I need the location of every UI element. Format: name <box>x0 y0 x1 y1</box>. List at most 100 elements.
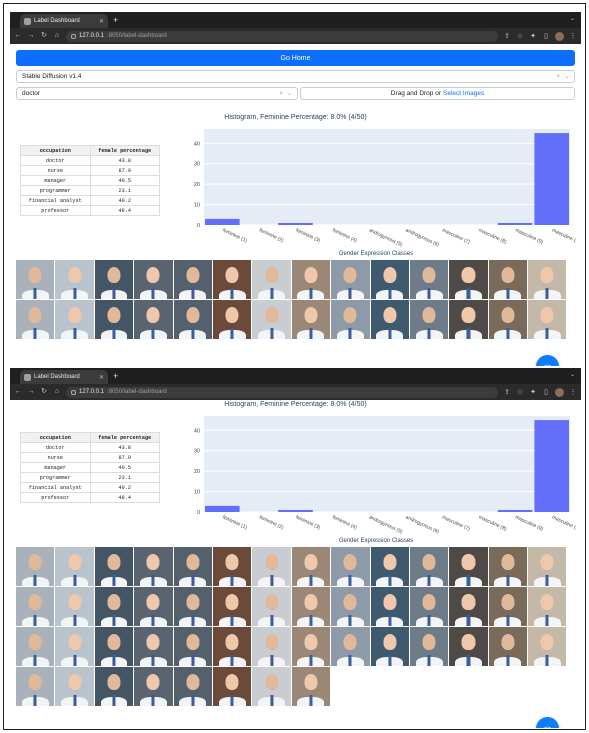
sidepanel-icon[interactable]: ▯ <box>542 388 550 396</box>
back-icon[interactable]: ← <box>14 28 22 44</box>
doctor-image-thumbnail[interactable] <box>528 587 568 626</box>
browser-tab[interactable]: Label Dashboard ✕ <box>20 370 108 384</box>
extensions-icon[interactable]: ✦ <box>529 388 537 396</box>
doctor-image-thumbnail[interactable] <box>409 627 450 666</box>
doctor-image-thumbnail[interactable] <box>212 587 253 626</box>
doctor-image-thumbnail[interactable] <box>94 627 135 666</box>
extensions-icon[interactable]: ✦ <box>529 32 537 40</box>
clear-icon[interactable]: × <box>279 91 283 97</box>
model-select[interactable]: Stable Diffusion v1.4 × ⌄ <box>16 70 575 83</box>
doctor-image-thumbnail[interactable] <box>252 547 292 586</box>
doctor-image-thumbnail[interactable] <box>212 667 253 706</box>
chevron-down-icon[interactable]: ⌄ <box>564 73 569 80</box>
doctor-image-thumbnail[interactable] <box>55 587 95 626</box>
doctor-image-thumbnail[interactable] <box>291 667 332 706</box>
doctor-image-thumbnail[interactable] <box>134 587 174 626</box>
doctor-image-thumbnail[interactable] <box>94 667 135 706</box>
doctor-image-thumbnail[interactable] <box>252 260 292 299</box>
doctor-image-thumbnail[interactable] <box>252 300 292 339</box>
home-icon[interactable]: ⌂ <box>53 28 61 44</box>
go-home-button[interactable]: Go Home <box>16 50 575 66</box>
doctor-image-thumbnail[interactable] <box>488 547 529 586</box>
doctor-image-thumbnail[interactable] <box>134 547 174 586</box>
doctor-image-thumbnail[interactable] <box>528 547 568 586</box>
doctor-image-thumbnail[interactable] <box>16 587 56 626</box>
doctor-image-thumbnail[interactable] <box>173 667 213 706</box>
doctor-image-thumbnail[interactable] <box>291 300 332 339</box>
doctor-image-thumbnail[interactable] <box>173 300 213 339</box>
doctor-image-thumbnail[interactable] <box>331 300 371 339</box>
doctor-image-thumbnail[interactable] <box>409 260 450 299</box>
bookmark-star-icon[interactable]: ☆ <box>516 32 524 40</box>
doctor-image-thumbnail[interactable] <box>331 547 371 586</box>
doctor-image-thumbnail[interactable] <box>55 667 95 706</box>
doctor-image-thumbnail[interactable] <box>488 627 529 666</box>
new-tab-icon[interactable]: + <box>113 370 118 382</box>
profile-avatar[interactable] <box>555 31 564 41</box>
doctor-image-thumbnail[interactable] <box>449 300 489 339</box>
browser-tab[interactable]: Label Dashboard ✕ <box>20 14 108 28</box>
doctor-image-thumbnail[interactable] <box>173 547 213 586</box>
doctor-image-thumbnail[interactable] <box>94 587 135 626</box>
address-bar[interactable]: 127.0.0.1:8050/label-dashboard <box>66 30 498 42</box>
doctor-image-thumbnail[interactable] <box>409 547 450 586</box>
doctor-image-thumbnail[interactable] <box>55 260 95 299</box>
upload-dropzone[interactable]: Drag and Drop or Select Images <box>300 87 575 100</box>
doctor-image-thumbnail[interactable] <box>488 260 529 299</box>
doctor-image-thumbnail[interactable] <box>291 587 332 626</box>
doctor-image-thumbnail[interactable] <box>488 300 529 339</box>
doctor-image-thumbnail[interactable] <box>94 300 135 339</box>
doctor-image-thumbnail[interactable] <box>134 260 174 299</box>
doctor-image-thumbnail[interactable] <box>16 547 56 586</box>
doctor-image-thumbnail[interactable] <box>370 547 410 586</box>
bookmark-star-icon[interactable]: ☆ <box>516 388 524 396</box>
doctor-image-thumbnail[interactable] <box>16 260 56 299</box>
doctor-image-thumbnail[interactable] <box>134 300 174 339</box>
doctor-image-thumbnail[interactable] <box>212 260 253 299</box>
share-icon[interactable]: ⇪ <box>503 388 511 396</box>
occupation-select[interactable]: doctor × ⌄ <box>16 87 298 100</box>
site-info-icon[interactable] <box>71 389 76 395</box>
doctor-image-thumbnail[interactable] <box>212 300 253 339</box>
menu-icon[interactable]: ⋮ <box>569 32 577 40</box>
chevron-down-icon[interactable]: ⌄ <box>287 90 292 97</box>
doctor-image-thumbnail[interactable] <box>212 627 253 666</box>
forward-icon[interactable]: → <box>27 28 35 44</box>
forward-icon[interactable]: → <box>27 384 35 400</box>
sidepanel-icon[interactable]: ▯ <box>542 32 550 40</box>
doctor-image-thumbnail[interactable] <box>16 300 56 339</box>
close-tab-icon[interactable]: ✕ <box>99 18 104 25</box>
chevron-left-right-icon[interactable]: <> <box>536 355 559 366</box>
doctor-image-thumbnail[interactable] <box>409 587 450 626</box>
reload-icon[interactable]: ↻ <box>40 28 48 44</box>
tab-search-icon[interactable]: ⌄ <box>570 15 575 22</box>
doctor-image-thumbnail[interactable] <box>55 547 95 586</box>
doctor-image-thumbnail[interactable] <box>528 260 568 299</box>
share-icon[interactable]: ⇪ <box>503 32 511 40</box>
doctor-image-thumbnail[interactable] <box>291 260 332 299</box>
reload-icon[interactable]: ↻ <box>40 384 48 400</box>
doctor-image-thumbnail[interactable] <box>331 587 371 626</box>
site-info-icon[interactable] <box>71 33 76 39</box>
doctor-image-thumbnail[interactable] <box>449 627 489 666</box>
doctor-image-thumbnail[interactable] <box>173 587 213 626</box>
doctor-image-thumbnail[interactable] <box>16 627 56 666</box>
doctor-image-thumbnail[interactable] <box>331 627 371 666</box>
clear-icon[interactable]: × <box>556 74 560 80</box>
address-bar[interactable]: 127.0.0.1:8050/label-dashboard <box>66 386 498 398</box>
doctor-image-thumbnail[interactable] <box>173 260 213 299</box>
menu-icon[interactable]: ⋮ <box>569 388 577 396</box>
home-icon[interactable]: ⌂ <box>53 384 61 400</box>
doctor-image-thumbnail[interactable] <box>370 587 410 626</box>
profile-avatar[interactable] <box>555 387 564 397</box>
doctor-image-thumbnail[interactable] <box>409 300 450 339</box>
doctor-image-thumbnail[interactable] <box>55 627 95 666</box>
doctor-image-thumbnail[interactable] <box>212 547 253 586</box>
doctor-image-thumbnail[interactable] <box>16 667 56 706</box>
doctor-image-thumbnail[interactable] <box>55 300 95 339</box>
back-icon[interactable]: ← <box>14 384 22 400</box>
doctor-image-thumbnail[interactable] <box>173 627 213 666</box>
doctor-image-thumbnail[interactable] <box>370 260 410 299</box>
doctor-image-thumbnail[interactable] <box>449 547 489 586</box>
doctor-image-thumbnail[interactable] <box>134 627 174 666</box>
